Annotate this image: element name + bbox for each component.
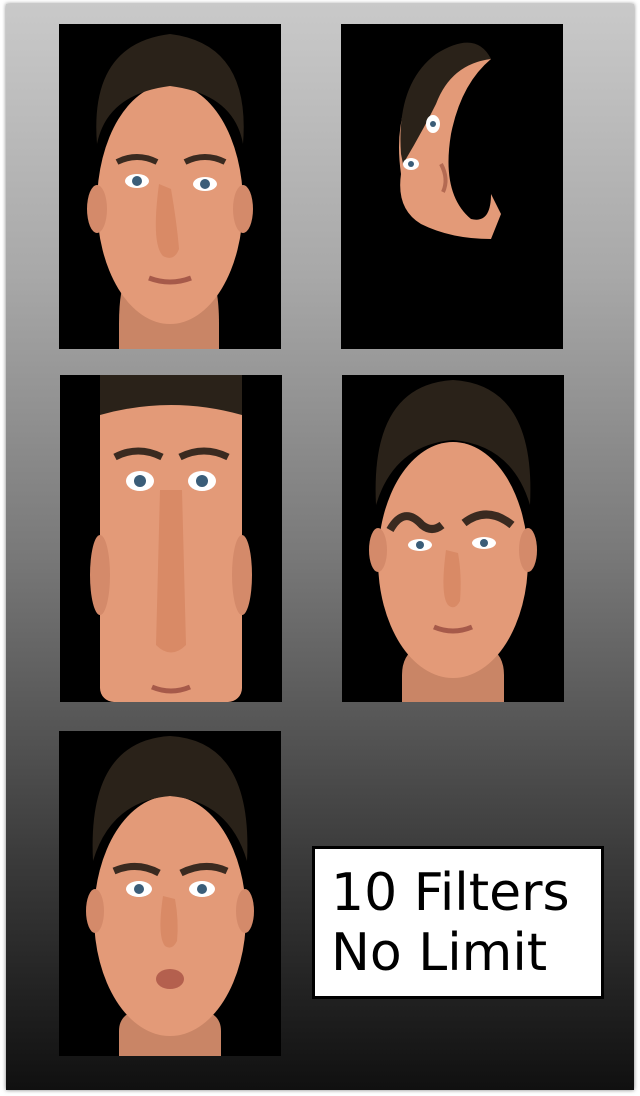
- promo-box: 10 Filters No Limit: [312, 846, 604, 999]
- face-illustration: [341, 24, 563, 349]
- face-illustration: [59, 731, 281, 1056]
- face-illustration: [60, 375, 282, 702]
- filtered-face-image[interactable]: [59, 731, 281, 1056]
- app-screenshot-frame: 10 Filters No Limit: [6, 4, 634, 1090]
- filtered-face-image[interactable]: [59, 24, 281, 349]
- promo-line-2: No Limit: [331, 922, 548, 983]
- filtered-face-image[interactable]: [341, 24, 563, 349]
- face-illustration: [59, 24, 281, 349]
- face-illustration: [342, 375, 564, 702]
- promo-line-1: 10 Filters: [331, 862, 570, 923]
- filtered-face-image[interactable]: [342, 375, 564, 702]
- filtered-face-image[interactable]: [60, 375, 282, 702]
